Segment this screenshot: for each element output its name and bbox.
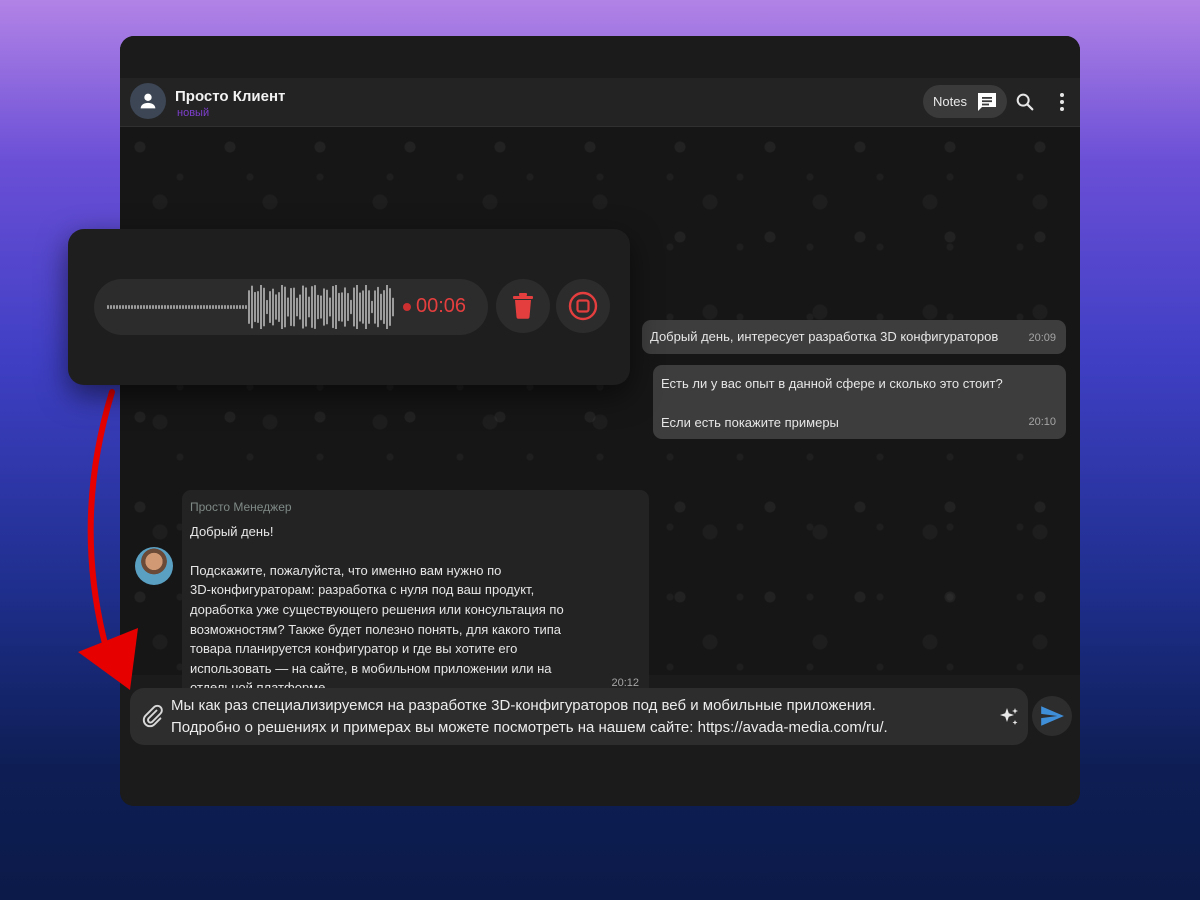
notes-button[interactable]: Notes bbox=[923, 85, 1007, 118]
message-line: Если есть покажите примеры bbox=[661, 415, 839, 431]
window-topbar bbox=[120, 36, 1080, 78]
chat-window: Просто Клиент новый Notes Добрый день, и… bbox=[120, 36, 1080, 806]
message-bubble-outgoing: Есть ли у вас опыт в данной сфере и скол… bbox=[653, 365, 1066, 439]
send-button[interactable] bbox=[1032, 696, 1072, 736]
message-time: 20:09 bbox=[1028, 332, 1056, 344]
message-time: 20:10 bbox=[1028, 416, 1056, 429]
manager-avatar[interactable] bbox=[135, 547, 173, 585]
contact-status: новый bbox=[177, 107, 210, 119]
search-icon bbox=[1016, 93, 1034, 111]
recording-pill: 00:06 bbox=[94, 279, 488, 335]
contact-avatar[interactable] bbox=[130, 83, 166, 119]
message-line: использовать — на сайте, в мобильном при… bbox=[190, 660, 552, 676]
trash-icon bbox=[513, 293, 533, 319]
more-vert-icon bbox=[1060, 93, 1064, 111]
contact-name[interactable]: Просто Клиент bbox=[175, 88, 285, 105]
stop-icon bbox=[568, 291, 598, 321]
message-line: Добрый день! bbox=[190, 523, 274, 539]
voice-recorder-panel: 00:06 bbox=[68, 229, 630, 385]
sparkle-icon[interactable] bbox=[997, 705, 1021, 729]
message-line: Подскажите, пожалуйста, что именно вам н… bbox=[190, 562, 502, 578]
chat-header: Просто Клиент новый Notes bbox=[120, 78, 1080, 127]
paperclip-icon[interactable] bbox=[140, 704, 164, 728]
message-line: товара планируется конфигуратор и где вы… bbox=[190, 641, 518, 657]
composer-line: Мы как раз специализируемся на разработк… bbox=[171, 697, 876, 714]
recording-dot bbox=[403, 303, 411, 311]
message-bubble-outgoing: Добрый день, интересует разработка 3D ко… bbox=[642, 320, 1066, 354]
message-bubble-incoming: Просто Менеджер Добрый день! Подскажите,… bbox=[182, 490, 649, 702]
message-spacer bbox=[190, 541, 641, 561]
message-line: Есть ли у вас опыт в данной сфере и скол… bbox=[661, 376, 1003, 391]
message-sender: Просто Менеджер bbox=[190, 500, 292, 514]
stop-recording-button[interactable] bbox=[556, 279, 610, 333]
search-button[interactable] bbox=[1013, 90, 1037, 114]
more-options-button[interactable] bbox=[1050, 90, 1074, 114]
send-icon bbox=[1041, 706, 1064, 726]
chat-bubble-icon bbox=[977, 92, 996, 111]
message-input[interactable]: Мы как раз специализируемся на разработк… bbox=[171, 695, 888, 739]
message-line: Добрый день, интересует разработка 3D ко… bbox=[650, 329, 999, 344]
message-spacer bbox=[661, 394, 1058, 414]
message-composer[interactable]: Мы как раз специализируемся на разработк… bbox=[130, 688, 1028, 745]
notes-label: Notes bbox=[933, 94, 967, 109]
person-icon bbox=[140, 93, 156, 109]
delete-recording-button[interactable] bbox=[496, 279, 550, 333]
message-line: возможностям? Также будет полезно понять… bbox=[190, 621, 562, 637]
message-line: 3D-конфигураторам: разработка с нуля под… bbox=[190, 582, 535, 598]
waveform bbox=[107, 285, 394, 329]
recording-timer: 00:06 bbox=[416, 295, 467, 317]
window-bottombar bbox=[120, 765, 1080, 806]
message-line: доработка уже существующего решения или … bbox=[190, 601, 564, 617]
chat-area: Добрый день, интересует разработка 3D ко… bbox=[120, 127, 1080, 702]
composer-line: Подробно о решениях и примерах вы можете… bbox=[171, 719, 888, 736]
